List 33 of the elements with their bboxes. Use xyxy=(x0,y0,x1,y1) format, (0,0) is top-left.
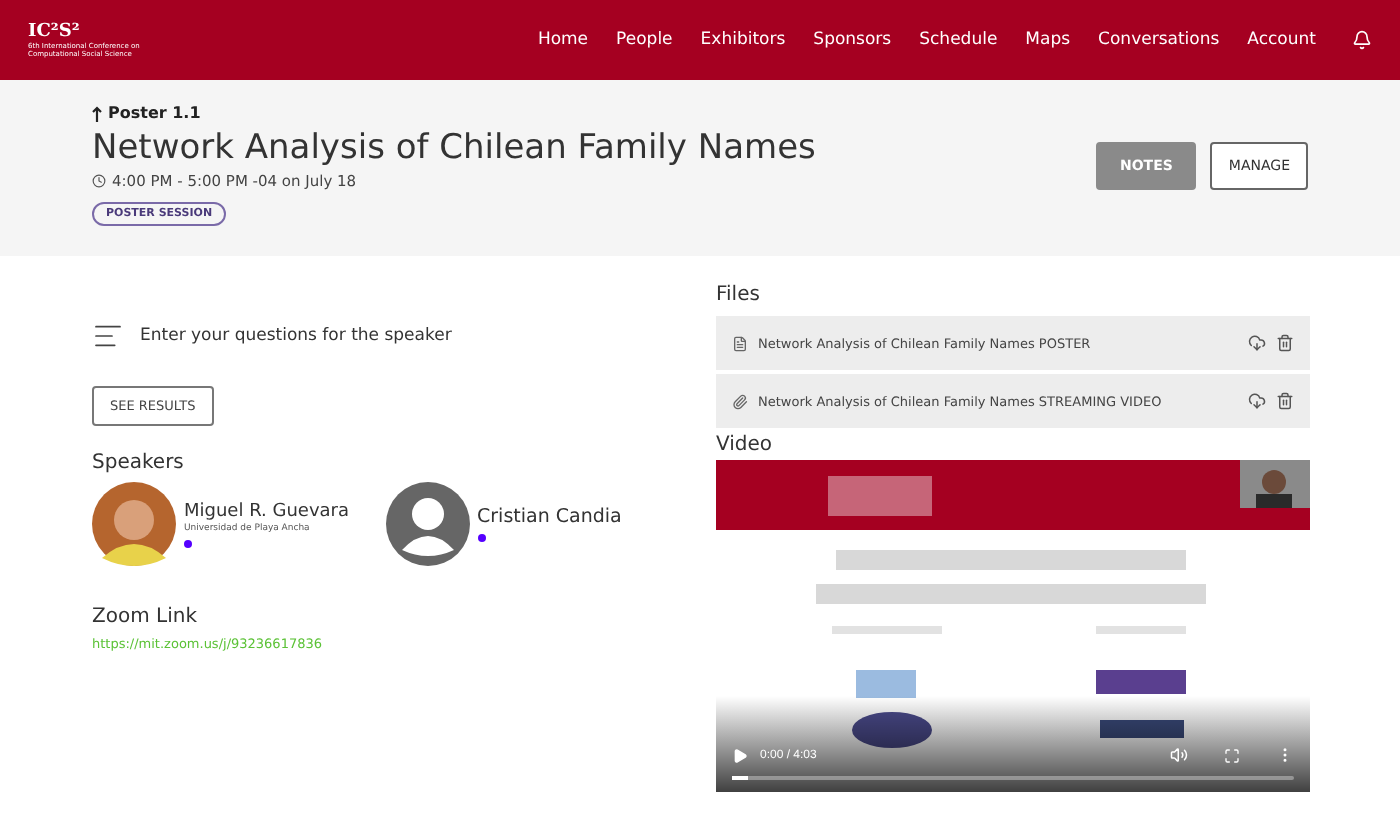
nav-link[interactable]: Exhibitors xyxy=(700,30,786,50)
nav-link[interactable]: Maps xyxy=(1025,30,1071,50)
nav-link[interactable]: Sponsors xyxy=(813,30,892,50)
avatar xyxy=(385,482,470,566)
play-icon[interactable] xyxy=(732,747,748,763)
volume-icon[interactable] xyxy=(1170,746,1188,764)
avatar xyxy=(92,482,176,566)
download-icon[interactable] xyxy=(1248,334,1266,352)
up-arrow-icon xyxy=(92,105,102,121)
logo[interactable]: IC²S² xyxy=(28,22,168,42)
trash-icon[interactable] xyxy=(1276,334,1294,352)
nav-link[interactable]: Schedule xyxy=(919,30,998,50)
speaker-name[interactable]: Miguel R. Guevara xyxy=(184,501,350,521)
bell-icon[interactable] xyxy=(1352,30,1372,50)
section-heading: Video xyxy=(716,434,775,456)
nav-link[interactable]: Home xyxy=(537,30,589,50)
nav-link[interactable]: Conversations xyxy=(1098,30,1220,50)
download-icon[interactable] xyxy=(1248,392,1266,410)
document-icon xyxy=(732,335,748,351)
nav-link[interactable]: People xyxy=(616,30,673,50)
section-heading: Speakers xyxy=(92,452,186,474)
nav-link[interactable]: Account xyxy=(1247,30,1316,50)
questions-prompt: Enter your questions for the speaker xyxy=(140,326,452,346)
back-link[interactable]: Poster 1.1 xyxy=(92,104,816,122)
paperclip-icon xyxy=(732,393,748,409)
text-lines-icon xyxy=(92,320,124,352)
trash-icon[interactable] xyxy=(1276,392,1294,410)
section-heading: Zoom Link xyxy=(92,606,199,628)
clock-icon xyxy=(92,174,106,188)
session-title: Network Analysis of Chilean Family Names xyxy=(92,128,816,168)
speaker-name[interactable]: Cristian Candia xyxy=(477,506,622,528)
section-heading: Files xyxy=(716,284,762,306)
fullscreen-icon[interactable] xyxy=(1224,747,1240,763)
